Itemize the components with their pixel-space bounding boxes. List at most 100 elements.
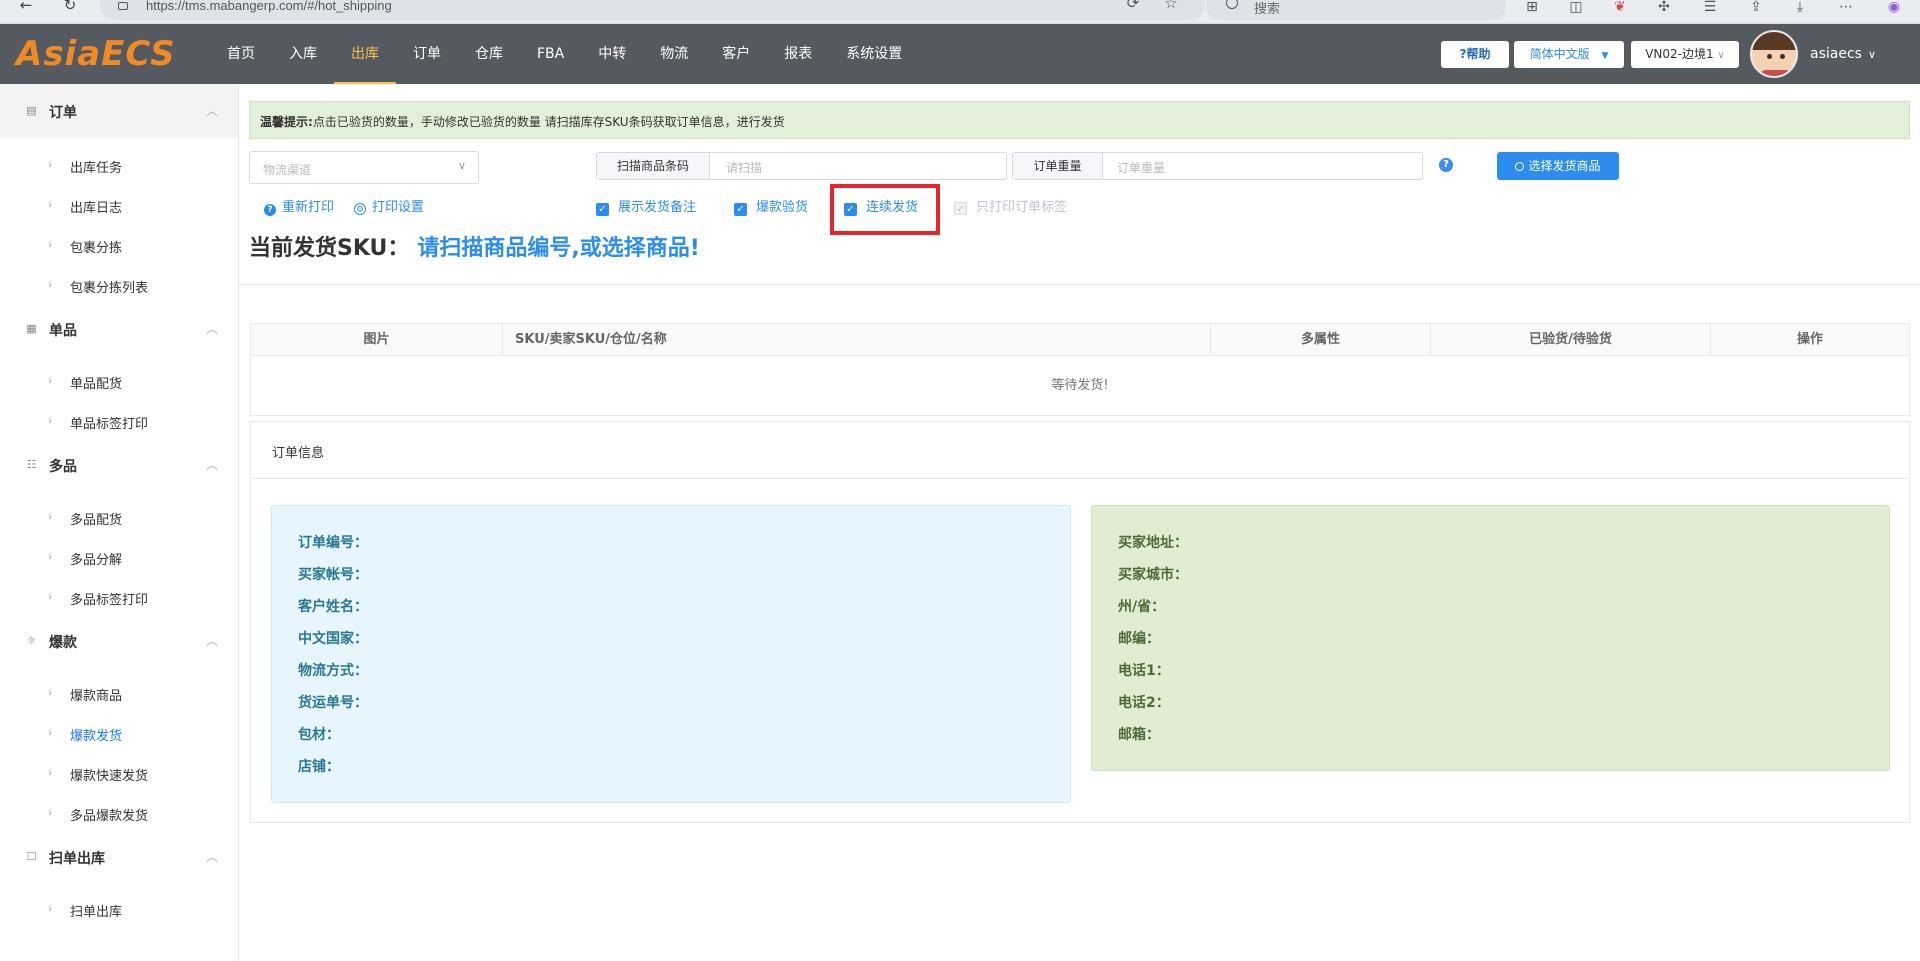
- avatar[interactable]: [1750, 30, 1798, 78]
- checkbox-icon: ✓: [734, 203, 747, 216]
- sidebar-item-multi-hot-shipping[interactable]: › 多品爆款发货: [0, 794, 238, 834]
- browser-search[interactable]: 搜索: [1206, 0, 1506, 20]
- nav-transit[interactable]: 中转: [581, 24, 643, 84]
- download-icon[interactable]: ⤓: [1792, 0, 1808, 18]
- nav-orders[interactable]: 订单: [396, 24, 458, 84]
- sidebar-group-single[interactable]: ▦ 单品 ︿: [0, 302, 238, 356]
- more-icon[interactable]: ⋯: [1838, 0, 1854, 18]
- warehouse-select[interactable]: VN02-边境1 ∨: [1631, 41, 1739, 68]
- sidebar-group-hot[interactable]: ☼ 爆款 ︿: [0, 614, 238, 668]
- sidebar-item-package-sort[interactable]: › 包裹分拣: [0, 226, 238, 266]
- weight-addon: 订单重量: [1013, 153, 1103, 179]
- sidebar-item-label: 包裹分拣: [70, 241, 123, 256]
- list-icon: ☷: [26, 458, 37, 471]
- sidebar-group-orders[interactable]: ▤ 订单 ︿: [0, 84, 238, 138]
- sidebar-item-multi-picking[interactable]: › 多品配货: [0, 498, 238, 538]
- nav-logistics[interactable]: 物流: [643, 24, 705, 84]
- field-packaging: 包材：: [298, 727, 340, 743]
- browser-toolbar: ← ↻ https://tms.mabangerp.com/#/hot_ship…: [0, 0, 1920, 24]
- share-icon[interactable]: ⇪: [1748, 0, 1764, 18]
- weight-input[interactable]: 订单重量: [1117, 159, 1165, 176]
- puzzle-icon[interactable]: ✣: [1656, 0, 1672, 18]
- sidebar-group-scan-outbound[interactable]: ☐ 扫单出库 ︿: [0, 830, 238, 884]
- order-weight-field[interactable]: 订单重量 订单重量: [1012, 152, 1423, 180]
- sidebar-group-label: 爆款: [49, 635, 77, 651]
- field-phone1: 电话1：: [1118, 663, 1170, 679]
- choose-product-label: 选择发货商品: [1528, 159, 1601, 173]
- sync-icon[interactable]: ⟳: [1124, 0, 1142, 14]
- order-details-box: 订单编号： 买家帐号： 客户姓名： 中文国家： 物流方式： 货运单号： 包材： …: [271, 505, 1071, 803]
- tip-banner: 温馨提示:点击已验货的数量，手动修改已验货的数量 请扫描库存SKU条码获取订单信…: [249, 101, 1910, 139]
- annotation-highlight-box: [830, 184, 940, 235]
- question-icon[interactable]: ?: [1439, 158, 1453, 172]
- chevron-right-icon: ›: [48, 806, 53, 819]
- help-button[interactable]: ?帮助: [1441, 41, 1509, 68]
- collection-icon[interactable]: ◫: [1568, 0, 1584, 18]
- checkbox-show-remark[interactable]: ✓ 展示发货备注: [596, 196, 696, 216]
- nav-fba[interactable]: FBA: [520, 24, 581, 84]
- chevron-down-icon: ∨: [1717, 50, 1725, 61]
- field-customer-name: 客户姓名：: [298, 599, 368, 615]
- sidebar-item-label: 扫单出库: [70, 905, 123, 920]
- nav-inbound[interactable]: 入库: [272, 24, 334, 84]
- sidebar-item-hot-quick-shipping[interactable]: › 爆款快速发货: [0, 754, 238, 794]
- copilot-icon[interactable]: ◉: [1886, 0, 1902, 18]
- favorites-icon[interactable]: ☰: [1702, 0, 1718, 18]
- shipping-items-table: 图片 SKU/卖家SKU/仓位/名称 多属性 已验货/待验货 操作 等待发货!: [250, 323, 1910, 416]
- refresh-icon[interactable]: ↻: [62, 0, 78, 16]
- browser-search-placeholder: 搜索: [1254, 2, 1281, 17]
- logo[interactable]: AsiaECS: [16, 34, 176, 74]
- sidebar-item-scan-outbound[interactable]: › 扫单出库: [0, 890, 238, 930]
- back-icon[interactable]: ←: [18, 0, 34, 16]
- choose-product-button[interactable]: 选择发货商品: [1497, 152, 1619, 180]
- tip-text: 点击已验货的数量，手动修改已验货的数量 请扫描库存SKU条码获取订单信息，进行发…: [312, 115, 785, 129]
- sidebar-item-package-sort-list[interactable]: › 包裹分拣列表: [0, 266, 238, 306]
- main-nav: 首页 入库 出库 订单 仓库 FBA 中转 物流 客户 报表 系统设置: [210, 24, 919, 84]
- sidebar-item-multi-label-print[interactable]: › 多品标签打印: [0, 578, 238, 618]
- chevron-down-icon: ∨: [457, 159, 466, 172]
- nav-settings[interactable]: 系统设置: [829, 24, 919, 84]
- chevron-down-icon[interactable]: ∨: [1868, 48, 1876, 61]
- chevron-right-icon: ›: [48, 158, 53, 171]
- address-bar[interactable]: https://tms.mabangerp.com/#/hot_shipping…: [100, 0, 1205, 20]
- nav-reports[interactable]: 报表: [767, 24, 829, 84]
- sidebar-item-hot-products[interactable]: › 爆款商品: [0, 674, 238, 714]
- scan-input[interactable]: 请扫描: [726, 159, 762, 176]
- username[interactable]: asiaecs: [1810, 46, 1862, 62]
- sidebar-item-label: 爆款商品: [70, 689, 123, 704]
- print-settings-label: 打印设置: [372, 200, 425, 215]
- checkbox-label: 展示发货备注: [618, 200, 697, 215]
- nav-home[interactable]: 首页: [210, 24, 272, 84]
- sidebar-group-label: 订单: [49, 105, 77, 121]
- chevron-up-icon: ︿: [206, 634, 219, 648]
- sidebar-item-multi-split[interactable]: › 多品分解: [0, 538, 238, 578]
- document-icon: ▤: [26, 104, 37, 117]
- column-header-sku: SKU/卖家SKU/仓位/名称: [503, 324, 1211, 356]
- logistics-channel-select[interactable]: 物流渠道 ∨: [249, 151, 479, 184]
- extension-red-icon[interactable]: ❦: [1612, 0, 1628, 18]
- language-select[interactable]: 简体中文版 ▼: [1514, 41, 1624, 68]
- nav-outbound[interactable]: 出库: [334, 24, 396, 84]
- sidebar-item-label: 多品爆款发货: [70, 809, 149, 824]
- scan-barcode-field[interactable]: 扫描商品条码 请扫描: [596, 152, 1007, 180]
- print-settings-link[interactable]: ⚙ 打印设置: [354, 196, 424, 215]
- star-icon[interactable]: ☆: [1162, 0, 1180, 14]
- column-header-attributes: 多属性: [1211, 324, 1431, 356]
- sidebar-item-outbound-log[interactable]: › 出库日志: [0, 186, 238, 226]
- box-icon: ☐: [26, 850, 37, 863]
- nav-customers[interactable]: 客户: [705, 24, 767, 84]
- nav-warehouse[interactable]: 仓库: [458, 24, 520, 84]
- sidebar-item-hot-shipping[interactable]: › 爆款发货: [0, 714, 238, 754]
- divider: [251, 478, 1909, 479]
- reprint-link[interactable]: ? 重新打印: [264, 196, 334, 216]
- sidebar-item-outbound-task[interactable]: › 出库任务: [0, 146, 238, 186]
- sidebar-item-single-picking[interactable]: › 单品配货: [0, 362, 238, 402]
- sidebar-item-label: 出库任务: [70, 161, 123, 176]
- sidebar-item-label: 多品标签打印: [70, 593, 149, 608]
- checkbox-hot-inspection[interactable]: ✓ 爆款验货: [734, 196, 808, 216]
- sidebar-group-multi[interactable]: ☷ 多品 ︿: [0, 438, 238, 492]
- extension-icon[interactable]: ⊞: [1524, 0, 1540, 18]
- current-sku-hint: 请扫描商品编号,或选择商品!: [417, 236, 700, 261]
- sidebar-item-single-label-print[interactable]: › 单品标签打印: [0, 402, 238, 442]
- checkbox-icon: ✓: [596, 203, 609, 216]
